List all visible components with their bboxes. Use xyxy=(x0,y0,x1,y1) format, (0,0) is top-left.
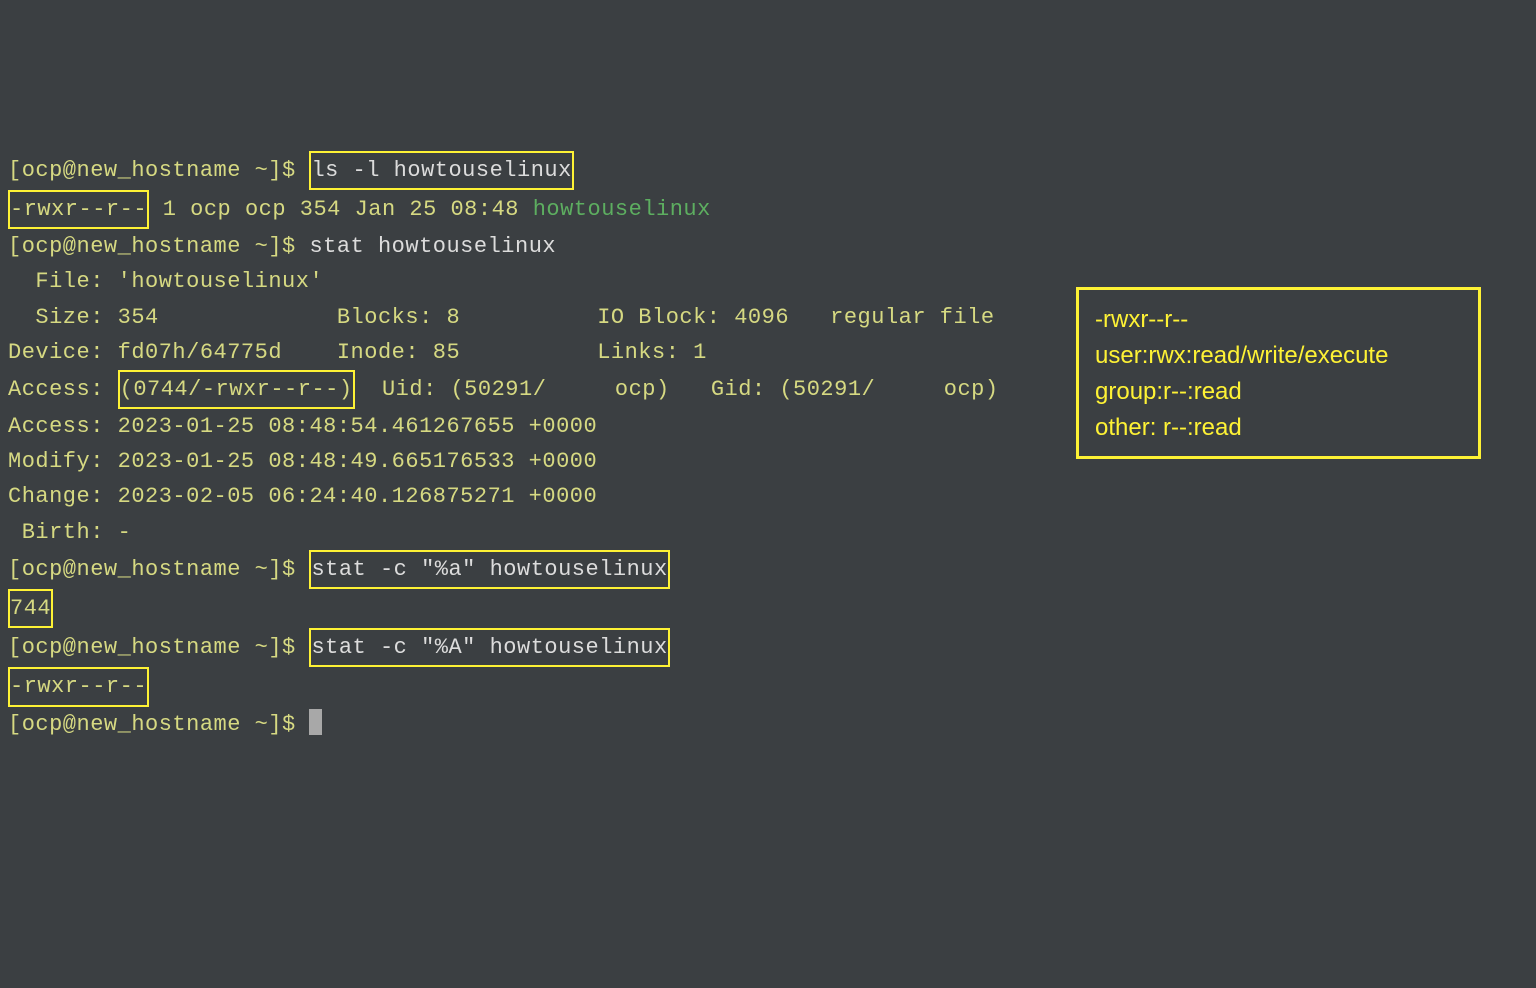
ls-details: 1 ocp ocp 354 Jan 25 08:48 xyxy=(149,197,533,222)
terminal-line-final: [ocp@new_hostname ~]$ xyxy=(8,707,1528,742)
terminal-line-cmd4: [ocp@new_hostname ~]$ stat -c "%A" howto… xyxy=(8,628,1528,667)
terminal-line-cmd3: [ocp@new_hostname ~]$ stat -c "%a" howto… xyxy=(8,550,1528,589)
terminal-line-2: -rwxr--r-- 1 ocp ocp 354 Jan 25 08:48 ho… xyxy=(8,190,1528,229)
terminal-line-3: [ocp@new_hostname ~]$ stat howtouselinux xyxy=(8,229,1528,264)
legend-group: group:r--:read xyxy=(1095,374,1462,410)
ls-permissions: -rwxr--r-- xyxy=(8,190,149,229)
cursor-icon xyxy=(309,709,322,735)
cmd-ls: ls -l howtouselinux xyxy=(309,151,573,190)
prompt: [ocp@new_hostname ~]$ xyxy=(8,158,309,183)
stat-change: Change: 2023-02-05 06:24:40.126875271 +0… xyxy=(8,479,1528,514)
stat-birth: Birth: - xyxy=(8,515,1528,550)
cmd-stat-a: stat -c "%a" howtouselinux xyxy=(309,550,669,589)
stat-access-rest: Uid: (50291/ ocp) Gid: (50291/ ocp) xyxy=(355,377,999,402)
cmd-stat: stat howtouselinux xyxy=(309,234,556,259)
prompt: [ocp@new_hostname ~]$ xyxy=(8,712,309,737)
stat-access-perms: (0744/-rwxr--r--) xyxy=(118,370,355,409)
output-perms-line: -rwxr--r-- xyxy=(8,667,1528,706)
legend-user: user:rwx:read/write/execute xyxy=(1095,338,1462,374)
terminal-line-1: [ocp@new_hostname ~]$ ls -l howtouselinu… xyxy=(8,151,1528,190)
ls-filename: howtouselinux xyxy=(533,197,711,222)
permissions-legend: -rwxr--r-- user:rwx:read/write/execute g… xyxy=(1076,287,1481,459)
prompt: [ocp@new_hostname ~]$ xyxy=(8,234,309,259)
legend-other: other: r--:read xyxy=(1095,410,1462,446)
output-744: 744 xyxy=(8,589,53,628)
prompt: [ocp@new_hostname ~]$ xyxy=(8,557,309,582)
cmd-stat-A: stat -c "%A" howtouselinux xyxy=(309,628,669,667)
output-744-line: 744 xyxy=(8,589,1528,628)
legend-perm-string: -rwxr--r-- xyxy=(1095,302,1462,338)
prompt: [ocp@new_hostname ~]$ xyxy=(8,635,309,660)
stat-access-label: Access: xyxy=(8,377,118,402)
output-perms: -rwxr--r-- xyxy=(8,667,149,706)
